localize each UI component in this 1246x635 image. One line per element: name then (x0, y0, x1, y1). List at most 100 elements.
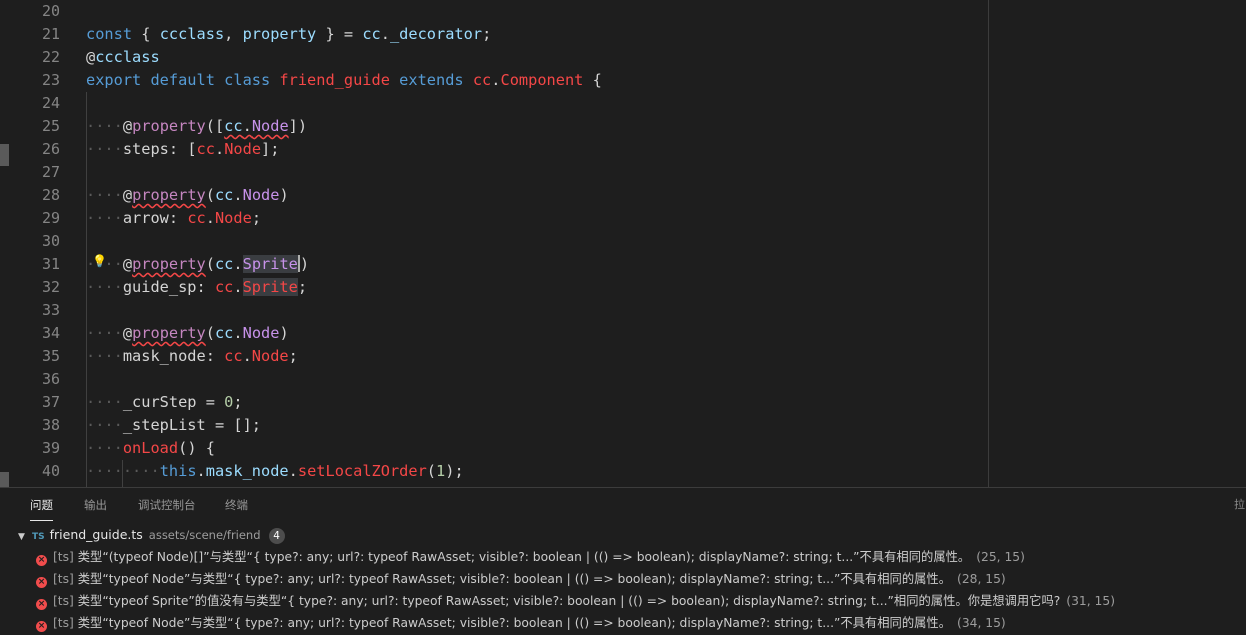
code-token: ccclass (95, 48, 160, 66)
problem-position: (31, 15) (1066, 594, 1116, 608)
line-number: 39 (41, 439, 60, 457)
line-number: 38 (41, 416, 60, 434)
code-token: . (288, 462, 298, 480)
code-line[interactable]: ········this.mask_node.setLocalZOrder(1)… (86, 460, 464, 483)
problem-source: [ts] (53, 594, 74, 608)
line-number: 26 (41, 140, 60, 158)
code-token: cc (214, 186, 234, 204)
line-number: 31 (41, 255, 60, 273)
problem-item[interactable]: × [ts] 类型“typeof Node”与类型“{ type?: any; u… (36, 568, 1006, 590)
code-token: @ (122, 255, 133, 273)
problem-source: [ts] (53, 616, 74, 630)
code-token: cc (214, 255, 234, 273)
code-token: @ (122, 186, 133, 204)
code-token: Node (224, 140, 262, 158)
code-line[interactable]: ····@property([cc.Node]) (86, 115, 307, 138)
bottom-panel: 问题 输出 调试控制台 终端 拉 ▼ TS friend_guide.ts asset… (0, 487, 1246, 635)
line-number: 22 (41, 48, 60, 66)
code-line[interactable]: ····@property(cc.Node) (86, 322, 289, 345)
code-token: . (242, 347, 252, 365)
line-number: 33 (41, 301, 60, 319)
code-token: ([ (205, 117, 225, 135)
problem-item[interactable]: × [ts] 类型“typeof Sprite”的值没有与类型“{ type?: … (36, 590, 1115, 612)
code-line[interactable]: ····@property(cc.Sprite) (86, 253, 309, 276)
code-token: , (224, 25, 243, 43)
line-number: 28 (41, 186, 60, 204)
code-token: property (132, 324, 206, 342)
problem-position: (34, 15) (957, 616, 1006, 630)
code-token: . (233, 186, 243, 204)
lightbulb-icon[interactable]: 💡 (92, 250, 107, 273)
problem-count-badge: 4 (268, 528, 285, 544)
code-token: cc (224, 347, 243, 365)
code-line[interactable]: export default class friend_guide extend… (86, 69, 602, 92)
code-line[interactable]: ····arrow: cc.Node; (86, 207, 261, 230)
code-token: . (233, 278, 243, 296)
problem-message: 类型“typeof Sprite”的值没有与类型“{ type?: any; u… (77, 594, 1061, 608)
problem-source: [ts] (53, 550, 74, 564)
code-line[interactable]: ····mask_node: cc.Node; (86, 345, 298, 368)
panel-action-label[interactable]: 拉 (1234, 496, 1246, 516)
code-line[interactable]: ····_curStep = 0; (86, 391, 243, 414)
code-line[interactable]: ····onLoad() { (86, 437, 215, 460)
typescript-file-icon: TS (32, 532, 45, 542)
tab-output[interactable]: 输出 (84, 488, 107, 522)
code-token: ); (445, 462, 464, 480)
problem-source: [ts] (53, 572, 74, 586)
code-token: ···· (86, 416, 123, 434)
code-token: . (242, 117, 252, 135)
problem-message: 类型“(typeof Node)[]”与类型“{ type?: any; url… (77, 550, 971, 564)
code-token: ; (297, 278, 308, 296)
code-line[interactable]: ····steps: [cc.Node]; (86, 138, 279, 161)
code-token: . (205, 209, 215, 227)
code-token: ) (279, 186, 289, 204)
code-token: property (242, 25, 317, 43)
code-token: Node (251, 117, 289, 135)
code-token: : (168, 209, 188, 227)
code-token: this (159, 462, 197, 480)
problem-item[interactable]: × [ts] 类型“(typeof Node)[]”与类型“{ type?: an… (36, 546, 1025, 568)
problem-file-row[interactable]: ▼ TS friend_guide.ts assets/scene/friend 4 (18, 524, 285, 546)
code-token: ···· (86, 186, 123, 204)
tab-terminal[interactable]: 终端 (225, 488, 248, 522)
code-line[interactable]: @ccclass (86, 46, 160, 69)
tab-problems[interactable]: 问题 (30, 488, 53, 521)
code-line[interactable]: ····_stepList = []; (86, 414, 261, 437)
code-token: extends (399, 71, 473, 89)
code-token: default (150, 71, 225, 89)
code-token: . (233, 324, 243, 342)
code-token: . (196, 462, 206, 480)
line-number: 30 (41, 232, 60, 250)
problem-item[interactable]: × [ts] 类型“typeof Node”与类型“{ type?: any; u… (36, 612, 1006, 634)
tab-debug-console[interactable]: 调试控制台 (138, 488, 196, 522)
code-token: ···· (86, 347, 123, 365)
code-token: ········ (86, 462, 160, 480)
code-token: ···· (86, 324, 123, 342)
code-line[interactable]: ····guide_sp: cc.Sprite; (86, 276, 307, 299)
line-number: 23 (41, 71, 60, 89)
code-line[interactable]: const { ccclass, property } = cc._decora… (86, 23, 491, 46)
chevron-down-icon[interactable]: ▼ (18, 526, 32, 548)
code-token: . (380, 25, 390, 43)
code-token: cc (362, 25, 381, 43)
code-token: cc (187, 209, 206, 227)
code-token: Sprite (242, 278, 298, 296)
code-token: ; (251, 209, 262, 227)
line-number: 29 (41, 209, 60, 227)
code-editor[interactable]: 20 21 22 23 24 25 26 27 28 29 30 31 32 33 34 35 36 37 38 39… (0, 0, 1246, 487)
code-token: class (224, 71, 280, 89)
code-token: property (132, 117, 206, 135)
code-token: ( (205, 324, 215, 342)
problem-position: (28, 15) (957, 572, 1006, 586)
code-token: ···· (86, 117, 123, 135)
code-line[interactable]: ····@property(cc.Node) (86, 184, 289, 207)
problem-position: (25, 15) (976, 550, 1025, 564)
code-token: } = (316, 25, 363, 43)
panel-tabs: 问题 输出 调试控制台 终端 拉 (0, 488, 1246, 522)
code-token: mask_node (122, 347, 206, 365)
line-number: 20 (41, 2, 60, 20)
code-token: @ (86, 48, 96, 66)
code-token: 1 (436, 462, 446, 480)
code-token: ···· (86, 393, 123, 411)
error-icon: × (36, 599, 47, 610)
